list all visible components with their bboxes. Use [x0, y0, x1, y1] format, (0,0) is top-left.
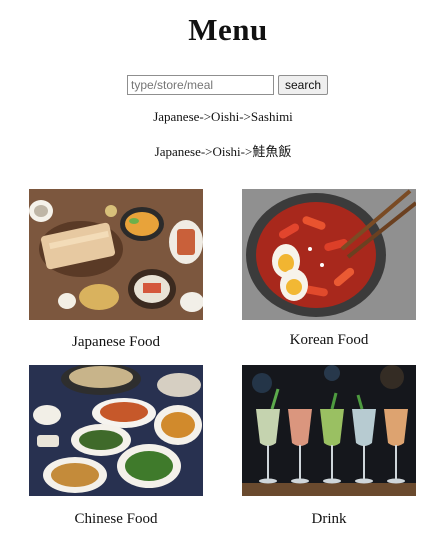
category-label: Korean Food	[289, 332, 369, 348]
japanese-food-photo[interactable]	[29, 189, 203, 320]
page-title: Menu	[188, 12, 268, 47]
chinese-food-photo[interactable]	[29, 365, 203, 496]
search-bar: search	[127, 75, 329, 95]
category-label: Japanese Food	[72, 334, 160, 350]
category-label: Drink	[311, 511, 347, 527]
breadcrumb-link[interactable]: Japanese->Oishi->鮭魚飯	[0, 141, 446, 160]
korean-food-photo[interactable]	[242, 189, 416, 320]
search-input[interactable]	[127, 75, 274, 95]
category-card-korean[interactable]: Korean Food	[242, 189, 416, 349]
drink-photo[interactable]	[242, 365, 416, 496]
category-card-japanese[interactable]: Japanese Food	[29, 189, 203, 351]
category-card-chinese[interactable]: Chinese Food	[29, 365, 203, 528]
category-card-drink[interactable]: Drink	[242, 365, 416, 528]
category-label: Chinese Food	[74, 511, 158, 527]
search-button[interactable]: search	[278, 75, 329, 95]
breadcrumb-link[interactable]: Japanese->Oishi->Sashimi	[0, 109, 446, 125]
